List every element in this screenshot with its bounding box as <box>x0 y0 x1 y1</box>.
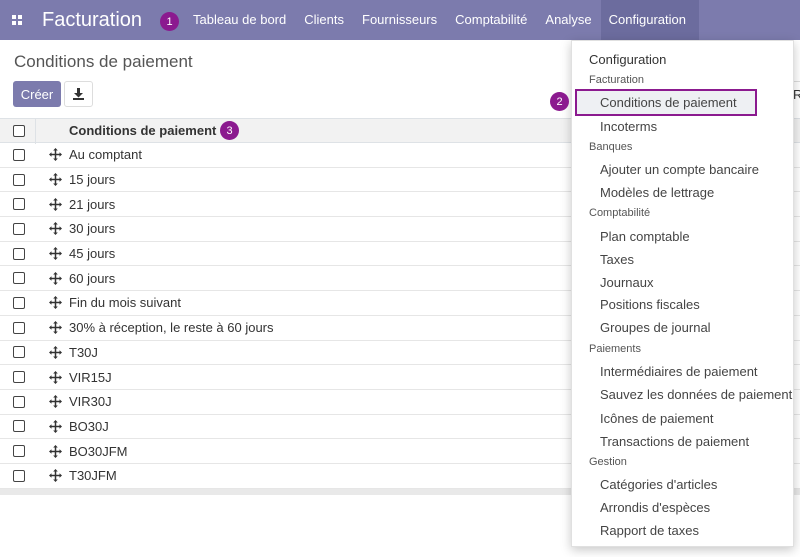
download-button[interactable] <box>64 81 93 107</box>
row-label: BO30JFM <box>69 443 128 459</box>
header-divider <box>35 119 36 144</box>
download-icon <box>73 88 84 100</box>
menu-item-groupes-de-journal[interactable]: Groupes de journal <box>600 320 711 335</box>
row-checkbox[interactable] <box>13 445 25 458</box>
drag-handle-icon[interactable] <box>49 444 62 458</box>
row-checkbox[interactable] <box>13 198 25 211</box>
drag-handle-icon[interactable] <box>49 419 62 433</box>
row-checkbox[interactable] <box>13 173 25 186</box>
menu-tableau-de-bord[interactable]: Tableau de bord <box>184 0 295 40</box>
row-label: Fin du mois suivant <box>69 295 181 311</box>
menu-configuration[interactable]: Configuration <box>600 0 699 40</box>
create-button[interactable]: Créer <box>13 81 61 107</box>
row-checkbox[interactable] <box>13 420 25 433</box>
section-header-paiements: Paiements <box>589 343 641 355</box>
menu-fournisseurs[interactable]: Fournisseurs <box>353 0 446 40</box>
drag-handle-icon[interactable] <box>49 370 62 384</box>
row-label: BO30J <box>69 418 109 434</box>
select-all-checkbox[interactable] <box>13 124 25 137</box>
menu-analyse[interactable]: Analyse <box>536 0 600 40</box>
menu-item-sauvez-donnees-paiement[interactable]: Sauvez les données de paiement <box>600 387 792 402</box>
menu-item-icones-de-paiement[interactable]: Icônes de paiement <box>600 411 713 426</box>
drag-handle-icon[interactable] <box>49 469 62 483</box>
row-label: Au comptant <box>69 147 142 163</box>
section-header-facturation: Facturation <box>589 74 645 86</box>
row-label: VIR15J <box>69 369 112 385</box>
drag-handle-icon[interactable] <box>49 173 62 187</box>
row-label: 45 jours <box>69 246 116 262</box>
row-checkbox[interactable] <box>13 371 25 384</box>
menu-item-taxes[interactable]: Taxes <box>600 252 634 267</box>
drag-handle-icon[interactable] <box>49 296 62 310</box>
callout-badge-3: 3 <box>220 121 239 140</box>
menu-item-intermediaires-de-paiement[interactable]: Intermédiaires de paiement <box>600 364 758 379</box>
drag-handle-icon[interactable] <box>49 222 62 236</box>
menu-item-arrondis-especes[interactable]: Arrondis d'espèces <box>600 500 710 515</box>
row-label: T30JFM <box>69 468 117 484</box>
row-label: T30J <box>69 344 98 360</box>
row-checkbox[interactable] <box>13 469 25 482</box>
row-checkbox[interactable] <box>13 395 25 408</box>
row-label: 15 jours <box>69 172 116 188</box>
drag-handle-icon[interactable] <box>49 247 62 261</box>
row-checkbox[interactable] <box>13 148 25 161</box>
menu-item-rapport-de-taxes[interactable]: Rapport de taxes <box>600 523 699 538</box>
menu-item-journaux[interactable]: Journaux <box>600 275 653 290</box>
main-menu: Tableau de bord Clients Fournisseurs Com… <box>184 0 699 40</box>
callout-badge-2: 2 <box>550 92 569 111</box>
drag-handle-icon[interactable] <box>49 197 62 211</box>
menu-comptabilite[interactable]: Comptabilité <box>446 0 536 40</box>
row-label: 60 jours <box>69 270 116 286</box>
row-label: 30 jours <box>69 221 116 237</box>
row-checkbox[interactable] <box>13 346 25 359</box>
top-navbar: Facturation Tableau de bord Clients Four… <box>0 0 800 40</box>
menu-item-ajouter-compte-bancaire[interactable]: Ajouter un compte bancaire <box>600 162 759 177</box>
menu-item-modeles-de-lettrage[interactable]: Modèles de lettrage <box>600 185 714 200</box>
column-header-conditions[interactable]: Conditions de paiement <box>69 123 216 138</box>
apps-menu-icon[interactable] <box>0 0 34 40</box>
row-checkbox[interactable] <box>13 247 25 260</box>
page-title: Conditions de paiement <box>14 52 193 71</box>
row-checkbox[interactable] <box>13 272 25 285</box>
menu-item-transactions-de-paiement[interactable]: Transactions de paiement <box>600 434 749 449</box>
menu-item-categories-articles[interactable]: Catégories d'articles <box>600 477 717 492</box>
drag-handle-icon[interactable] <box>49 321 62 335</box>
row-checkbox[interactable] <box>13 321 25 334</box>
row-label: 21 jours <box>69 196 116 212</box>
menu-clients[interactable]: Clients <box>295 0 353 40</box>
menu-item-conditions-de-paiement[interactable]: Conditions de paiement <box>600 95 737 110</box>
section-header-gestion: Gestion <box>589 456 627 468</box>
row-label: 30% à réception, le reste à 60 jours <box>69 320 274 336</box>
menu-item-incoterms[interactable]: Incoterms <box>600 119 657 134</box>
dropdown-title[interactable]: Configuration <box>589 52 666 67</box>
drag-handle-icon[interactable] <box>49 395 62 409</box>
row-checkbox[interactable] <box>13 222 25 235</box>
drag-handle-icon[interactable] <box>49 271 62 285</box>
drag-handle-icon[interactable] <box>49 148 62 162</box>
row-label: VIR30J <box>69 394 112 410</box>
row-checkbox[interactable] <box>13 296 25 309</box>
section-header-banques: Banques <box>589 141 633 153</box>
search-bar-edge <box>794 81 800 82</box>
configuration-dropdown: Configuration Facturation Conditions de … <box>571 40 794 547</box>
section-header-comptabilite: Comptabilité <box>589 207 651 219</box>
menu-item-positions-fiscales[interactable]: Positions fiscales <box>600 297 700 312</box>
drag-handle-icon[interactable] <box>49 345 62 359</box>
menu-item-plan-comptable[interactable]: Plan comptable <box>600 229 690 244</box>
callout-badge-1: 1 <box>160 12 179 31</box>
partial-text: R <box>793 87 800 102</box>
